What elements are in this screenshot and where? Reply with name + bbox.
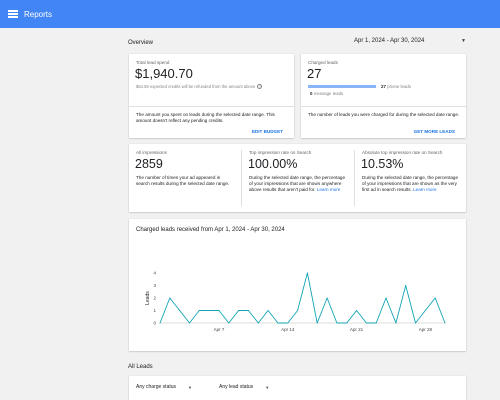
impressions-card: All impressions 2859 The number of times… bbox=[129, 144, 466, 212]
leads-data-point bbox=[287, 322, 289, 324]
top-rate-section: Top impression rate on Search 100.00% Du… bbox=[242, 144, 354, 212]
top-rate-label: Top impression rate on Search bbox=[249, 150, 312, 155]
top-rate-value: 100.00% bbox=[248, 157, 298, 171]
charged-leads-description: The number of leads you were charged for… bbox=[308, 112, 460, 117]
abs-top-rate-description: During the selected date range, the perc… bbox=[362, 175, 460, 193]
leads-data-point bbox=[444, 322, 446, 324]
all-impressions-section: All impressions 2859 The number of times… bbox=[129, 144, 241, 212]
leads-data-point bbox=[169, 297, 171, 299]
abs-top-rate-learn-more-link[interactable]: Learn more bbox=[413, 187, 437, 192]
phone-leads-text: phone leads bbox=[387, 83, 412, 89]
abs-top-rate-section: Absolute top impression rate on Search 1… bbox=[355, 144, 466, 212]
charged-leads-label: Charged leads bbox=[308, 60, 338, 65]
app-header: Reports bbox=[0, 0, 500, 28]
y-tick-label: 0 bbox=[153, 321, 156, 326]
date-range-selector[interactable]: Apr 1, 2024 - Apr 30, 2024 ▼ bbox=[354, 38, 466, 44]
card-divider bbox=[129, 106, 294, 107]
leads-data-point bbox=[316, 322, 318, 324]
leads-line-chart: Leads 0 1 2 3 4 Apr 7 Apr 14 Apr 21 Apr 28 bbox=[145, 271, 446, 332]
phone-leads-bar-fill bbox=[308, 85, 376, 88]
leads-data-point bbox=[434, 297, 436, 299]
leads-data-point bbox=[238, 310, 240, 311]
total-spend-value: $1,940.70 bbox=[135, 66, 193, 81]
refund-note: $64.55 expected credits will be refunded… bbox=[136, 84, 263, 89]
leads-data-point bbox=[375, 322, 377, 324]
edit-budget-button[interactable]: EDIT BUDGET bbox=[252, 129, 283, 134]
leads-data-point bbox=[326, 297, 328, 299]
leads-data-point bbox=[267, 310, 269, 311]
leads-data-point bbox=[228, 322, 230, 324]
leads-data-point bbox=[424, 310, 426, 311]
hamburger-menu-icon[interactable] bbox=[8, 9, 18, 20]
card-divider bbox=[301, 106, 466, 107]
leads-series-line bbox=[159, 272, 446, 324]
leads-data-point bbox=[306, 272, 308, 274]
total-spend-description: The amount you spent on leads during the… bbox=[136, 112, 275, 123]
charged-leads-value: 27 bbox=[307, 66, 322, 81]
leads-data-point bbox=[179, 310, 181, 311]
x-tick-label: Apr 7 bbox=[214, 327, 225, 332]
leads-data-point bbox=[247, 310, 249, 311]
get-more-leads-button[interactable]: GET MORE LEADS bbox=[414, 129, 455, 134]
message-leads-count: 0 bbox=[310, 91, 313, 96]
x-tick-label: Apr 28 bbox=[419, 327, 433, 332]
dropdown-arrow-icon: ▼ bbox=[461, 38, 466, 44]
phone-leads-bar bbox=[308, 85, 376, 88]
x-tick-label: Apr 21 bbox=[350, 327, 364, 332]
leads-data-point bbox=[208, 310, 210, 311]
leads-data-point bbox=[198, 310, 200, 311]
y-axis-label: Leads bbox=[145, 291, 151, 305]
info-circle-icon[interactable]: ? bbox=[257, 84, 263, 89]
y-tick-label: 1 bbox=[153, 308, 156, 313]
date-range-value: Apr 1, 2024 - Apr 30, 2024 bbox=[354, 38, 425, 44]
charge-status-value: Any charge status bbox=[136, 384, 177, 390]
refund-note-text: $64.55 expected credits will be refunded… bbox=[136, 84, 256, 89]
phone-leads-legend: 27 phone leads bbox=[381, 84, 411, 89]
leads-data-point bbox=[159, 322, 161, 324]
overview-heading: Overview bbox=[128, 40, 154, 46]
y-tick-label: 4 bbox=[153, 271, 156, 276]
charge-status-filter[interactable]: Any charge status ▼ bbox=[136, 384, 192, 390]
leads-data-point bbox=[356, 310, 358, 311]
message-leads-text: message leads bbox=[313, 91, 344, 96]
total-spend-label: Total lead spend bbox=[136, 60, 170, 65]
abs-top-rate-value: 10.53% bbox=[361, 157, 404, 171]
total-spend-card: Total lead spend $1,940.70 $64.55 expect… bbox=[129, 54, 294, 138]
leads-data-point bbox=[297, 310, 299, 311]
page-title: Reports bbox=[24, 9, 53, 19]
leads-data-point bbox=[277, 322, 279, 324]
leads-data-point bbox=[257, 322, 259, 324]
charged-leads-card: Charged leads 27 27 phone leads 0 messag… bbox=[301, 54, 466, 138]
x-tick-label: Apr 14 bbox=[281, 327, 295, 332]
top-rate-description: During the selected date range, the perc… bbox=[249, 175, 349, 193]
y-tick-label: 3 bbox=[153, 283, 156, 288]
all-impressions-label: All impressions bbox=[136, 150, 167, 155]
message-leads-legend: 0 message leads bbox=[310, 91, 343, 96]
y-tick-label: 2 bbox=[153, 296, 156, 301]
abs-top-rate-label: Absolute top impression rate on Search bbox=[362, 150, 443, 155]
leads-data-point bbox=[365, 322, 367, 324]
lead-status-value: Any lead status bbox=[219, 384, 254, 390]
all-leads-heading: All Leads bbox=[128, 364, 153, 370]
dropdown-arrow-icon: ▼ bbox=[188, 384, 192, 390]
leads-data-point bbox=[385, 297, 387, 299]
all-impressions-value: 2859 bbox=[135, 157, 163, 171]
abs-top-rate-description-text: During the selected date range, the perc… bbox=[362, 175, 459, 192]
charged-leads-chart-card: Charged leads received from Apr 1, 2024 … bbox=[129, 219, 466, 351]
leads-data-point bbox=[336, 322, 338, 324]
leads-data-point bbox=[395, 322, 397, 324]
top-rate-learn-more-link[interactable]: Learn more bbox=[317, 187, 341, 192]
leads-data-point bbox=[415, 322, 417, 324]
leads-data-point bbox=[188, 322, 190, 324]
all-impressions-description: The number of times your ad appeared in … bbox=[136, 175, 230, 186]
phone-leads-count: 27 bbox=[381, 83, 386, 89]
lead-status-filter[interactable]: Any lead status ▼ bbox=[219, 384, 269, 390]
dropdown-arrow-icon: ▼ bbox=[265, 384, 270, 390]
leads-data-point bbox=[218, 310, 220, 311]
leads-data-point bbox=[346, 322, 348, 324]
leads-data-point bbox=[405, 285, 407, 286]
